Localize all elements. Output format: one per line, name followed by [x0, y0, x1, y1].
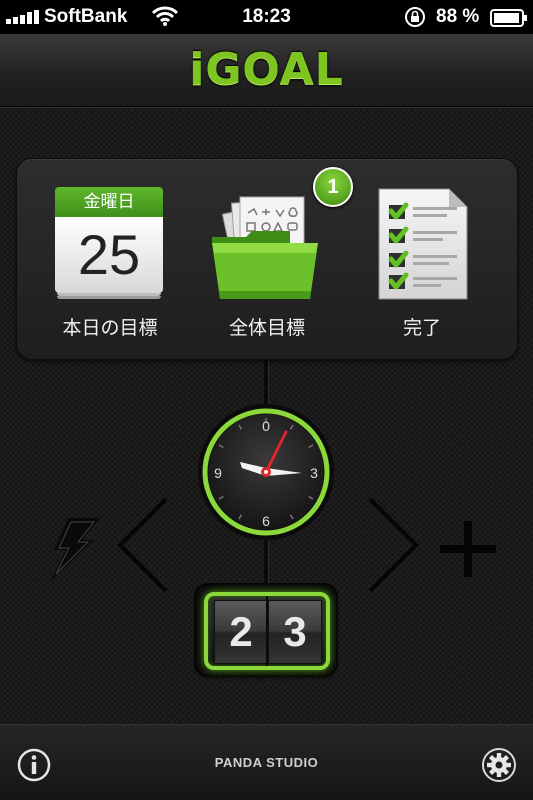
connector-top	[264, 358, 268, 404]
lightning-icon[interactable]	[44, 516, 102, 584]
calendar-icon: 金曜日 25	[55, 187, 163, 301]
counter-digit-1: 2	[214, 600, 268, 664]
checklist-icon	[378, 188, 468, 300]
studio-name: PANDA STUDIO	[214, 755, 319, 770]
completed-button[interactable]: 完了	[347, 183, 497, 343]
clock-icon: 0 3 6 9	[198, 404, 334, 540]
goal-counter[interactable]: 2 3	[196, 585, 336, 675]
folder-icon	[212, 196, 318, 299]
footer-bar: PANDA STUDIO	[0, 724, 533, 800]
gear-icon[interactable]	[481, 747, 517, 783]
chevron-left-icon[interactable]	[116, 497, 170, 593]
app-header: iGOAL	[0, 34, 533, 107]
clock-num-3: 3	[310, 465, 318, 481]
calendar-day: 25	[55, 217, 163, 293]
status-bar: SoftBank 18:23 88 %	[0, 0, 533, 34]
rotation-lock-icon	[405, 7, 425, 27]
clock-num-0: 0	[262, 418, 270, 434]
clock-num-9: 9	[214, 465, 222, 481]
connector-bottom	[264, 540, 268, 588]
today-goals-button[interactable]: 金曜日 25 本日の目標	[35, 183, 185, 343]
all-goals-button[interactable]: 1 全体目標	[192, 167, 353, 343]
clock-button[interactable]: 0 3 6 9	[196, 402, 336, 542]
counter-display: 2 3	[204, 592, 330, 670]
chevron-right-icon[interactable]	[366, 497, 420, 593]
calendar-weekday: 金曜日	[55, 187, 163, 217]
completed-label: 完了	[402, 317, 441, 339]
plus-icon[interactable]	[440, 521, 496, 577]
all-goals-label: 全体目標	[228, 317, 305, 339]
today-goals-label: 本日の目標	[62, 317, 158, 339]
clock-num-6: 6	[262, 513, 270, 529]
goal-panel: 金曜日 25 本日の目標 1 全体目標 完了	[16, 158, 518, 360]
counter-digit-2: 3	[268, 600, 322, 664]
app-title: iGOAL	[189, 44, 344, 95]
battery-percent: 88 %	[436, 6, 480, 27]
battery-icon	[490, 9, 527, 27]
